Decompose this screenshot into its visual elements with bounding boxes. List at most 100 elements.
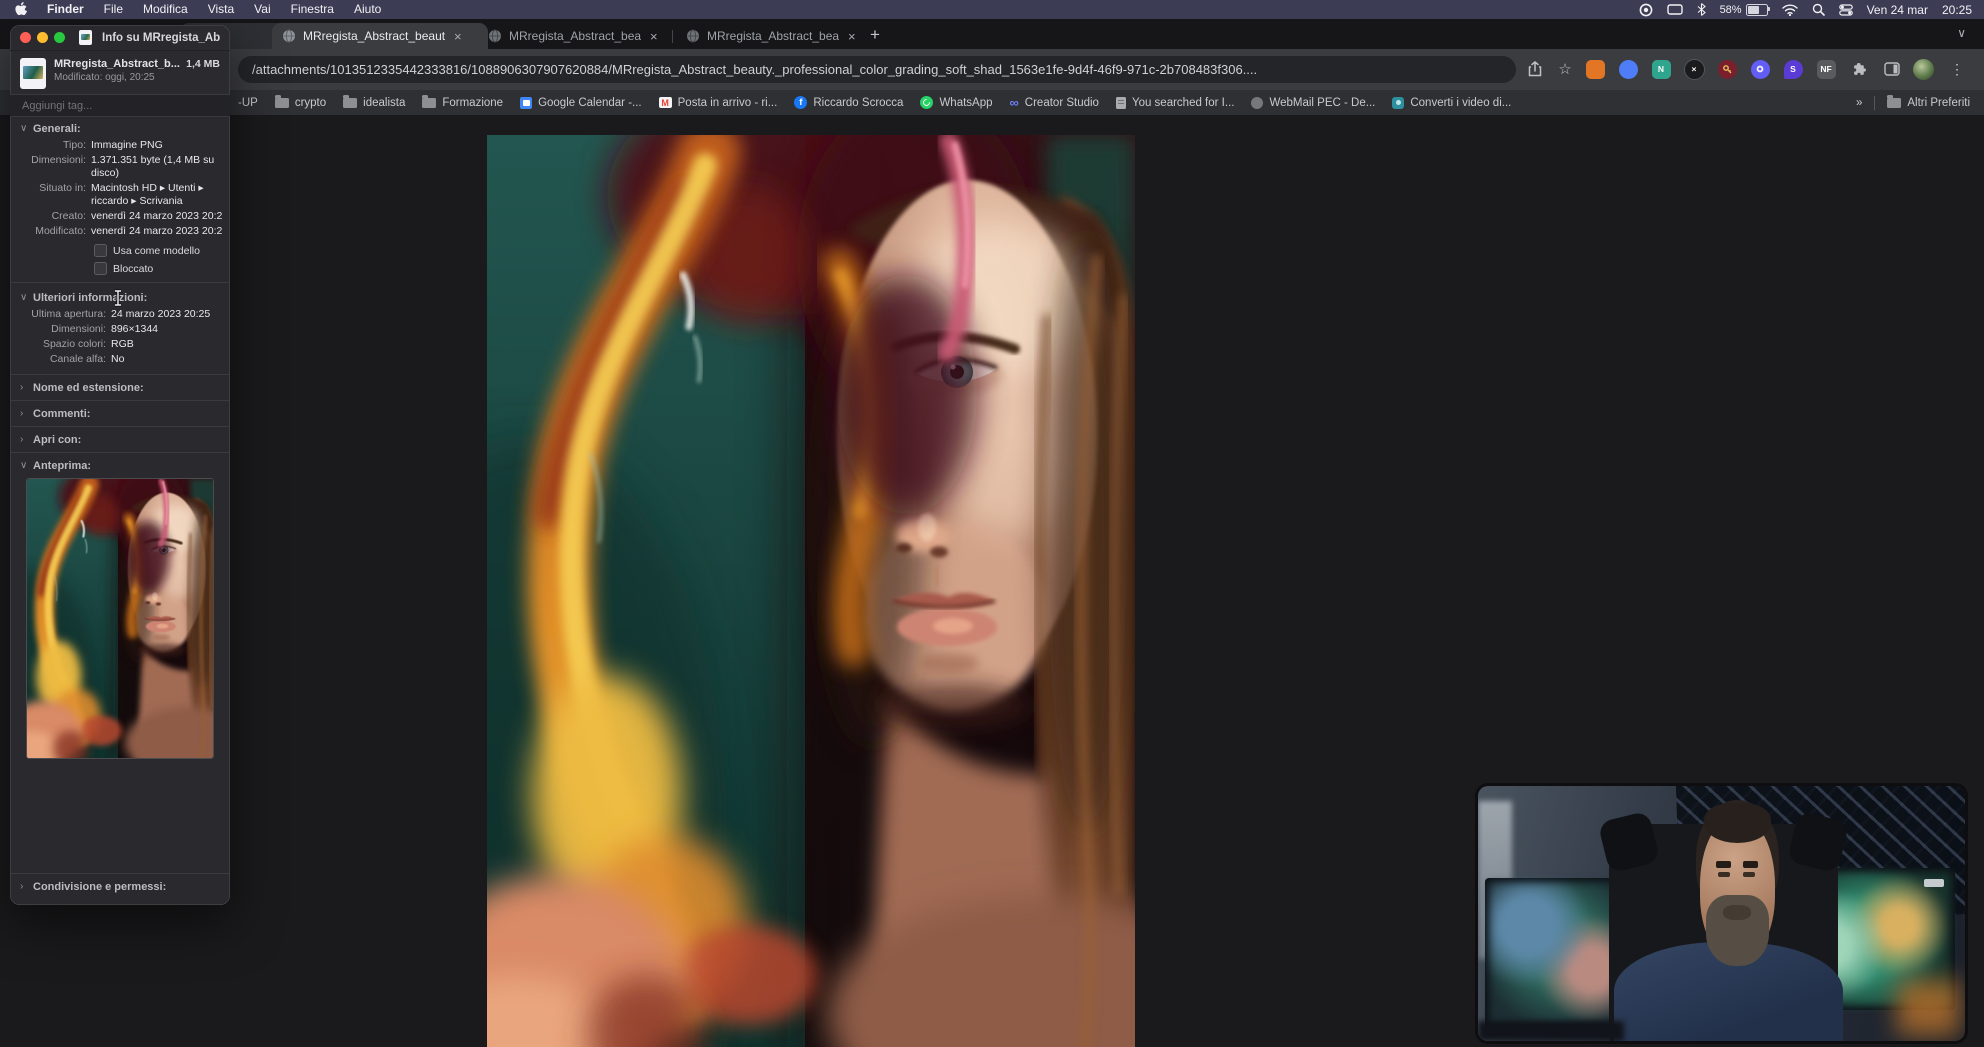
share-icon[interactable]	[1524, 58, 1546, 80]
menu-bar-time[interactable]: 20:25	[1942, 3, 1972, 17]
bookmark-folder-altri-preferiti[interactable]: Altri Preferiti	[1887, 95, 1970, 109]
tab-title: MRregista_Abstract_beauty._	[303, 29, 445, 43]
section-condivisione-e-permessi[interactable]: › Condivisione e permessi:	[10, 877, 230, 897]
bookmarks-overflow-chevron[interactable]: »	[1856, 97, 1862, 109]
tab-search-chevron-icon[interactable]: ∨	[1957, 26, 1966, 40]
chevron-down-icon[interactable]: ∨	[20, 460, 28, 472]
bookmark-up[interactable]: -UP	[238, 97, 258, 109]
bookmark-google-calendar[interactable]: Google Calendar -...	[520, 96, 642, 109]
calendar-icon	[520, 96, 533, 109]
divider	[10, 400, 230, 401]
bookmark-webmail-pec[interactable]: WebMail PEC - De...	[1251, 96, 1375, 109]
minimize-traffic-light[interactable]	[37, 32, 48, 43]
apple-menu-icon[interactable]	[14, 2, 27, 17]
checkbox-icon[interactable]	[94, 244, 107, 257]
display-icon[interactable]	[1666, 3, 1683, 16]
menu-finestra[interactable]: Finestra	[281, 0, 344, 19]
desktop-screen: Finder File Modifica Vista Vai Finestra …	[0, 0, 1984, 1047]
menu-bar: Finder File Modifica Vista Vai Finestra …	[0, 0, 1984, 19]
tab-close-icon[interactable]: ×	[848, 29, 856, 44]
bookmark-folder-formazione[interactable]: Formazione	[422, 95, 503, 109]
viewed-image-artwork	[487, 135, 1135, 1047]
webcam-overlay	[1478, 786, 1965, 1041]
bluetooth-icon[interactable]	[1697, 3, 1706, 16]
chevron-right-icon[interactable]: ›	[20, 434, 28, 446]
info-row-canale-alfa: Canale alfa: No	[49, 353, 125, 365]
wings-extension-icon[interactable]	[1618, 59, 1638, 79]
browser-menu-dots-icon[interactable]: ⋮	[1946, 58, 1968, 80]
bookmark-folder-idealista[interactable]: idealista	[343, 95, 405, 109]
section-commenti[interactable]: › Commenti:	[10, 404, 230, 424]
chevron-right-icon[interactable]: ›	[20, 408, 28, 420]
png-file-icon	[20, 58, 46, 89]
whatsapp-icon	[920, 96, 934, 109]
nf-extension-icon[interactable]: NF	[1816, 59, 1836, 79]
bookmark-star-icon[interactable]: ☆	[1554, 58, 1576, 80]
tab-close-icon[interactable]: ×	[650, 29, 658, 44]
tab-active-image[interactable]: MRregista_Abstract_beauty._ ×	[272, 23, 488, 49]
bookmark-converti-video[interactable]: Converti i video di...	[1392, 96, 1511, 109]
menu-file[interactable]: File	[94, 0, 133, 19]
chevron-down-icon[interactable]: ∨	[20, 292, 28, 304]
extensions-puzzle-icon[interactable]	[1848, 58, 1870, 80]
checkbox-icon[interactable]	[94, 262, 107, 275]
menu-vista[interactable]: Vista	[198, 0, 244, 19]
bookmark-creator-studio[interactable]: ∞ Creator Studio	[1010, 96, 1099, 109]
checkbox-usa-come-modello[interactable]: Usa come modello	[94, 244, 230, 257]
folder-icon	[274, 95, 289, 108]
metamask-extension-icon[interactable]	[1585, 59, 1605, 79]
tab-title: MRregista_Abstract_beauty._	[707, 29, 839, 43]
tab-image-3[interactable]: MRregista_Abstract_beauty._ ×	[676, 23, 884, 49]
wifi-icon[interactable]	[1781, 3, 1798, 16]
page-icon	[1115, 96, 1126, 109]
url-text: /attachments/1013512335442333816/1088906…	[252, 62, 1258, 77]
person-eye	[1743, 872, 1756, 877]
section-apri-con[interactable]: › Apri con:	[10, 430, 230, 450]
chevron-down-icon[interactable]: ∨	[20, 123, 28, 135]
section-generali[interactable]: ∨ Generali:	[10, 117, 230, 138]
bookmark-whatsapp[interactable]: WhatsApp	[920, 96, 993, 109]
person-beard	[1705, 895, 1770, 966]
close-traffic-light[interactable]	[20, 32, 31, 43]
section-anteprima[interactable]: ∨ Anteprima:	[10, 456, 230, 476]
chevron-right-icon[interactable]: ›	[20, 881, 28, 893]
spotlight-search-icon[interactable]	[1812, 3, 1825, 16]
control-center-icon[interactable]	[1838, 3, 1853, 16]
info-row-dimensioni-px: Dimensioni: 896×1344	[51, 323, 159, 335]
side-panel-icon[interactable]	[1881, 58, 1903, 80]
menu-modifica[interactable]: Modifica	[133, 0, 198, 19]
menu-finder[interactable]: Finder	[37, 0, 94, 19]
screen-record-icon[interactable]	[1639, 3, 1653, 17]
tab-close-icon[interactable]: ×	[454, 29, 462, 44]
info-row-spazio-colori: Spazio colori: RGB	[42, 338, 134, 350]
chevron-right-icon[interactable]: ›	[20, 382, 28, 394]
tab-image-2[interactable]: MRregista_Abstract_beauty._ ×	[478, 23, 686, 49]
menu-bar-date[interactable]: Ven 24 mar	[1867, 3, 1928, 17]
checkbox-bloccato[interactable]: Bloccato	[94, 262, 230, 275]
file-size: 1,4 MB	[186, 58, 220, 70]
x-circle-extension-icon[interactable]: ×	[1683, 58, 1705, 80]
info-window-title: Info su MRregista_Abstr...	[102, 31, 220, 44]
info-window-titlebar[interactable]: Info su MRregista_Abstr...	[10, 25, 230, 51]
bookmark-facebook[interactable]: f Riccardo Scrocca	[794, 96, 903, 109]
add-tags-field[interactable]: Aggiungi tag...	[10, 94, 230, 117]
purple-eye-extension-icon[interactable]	[1750, 59, 1770, 79]
bookmark-you-searched[interactable]: You searched for I...	[1115, 96, 1234, 109]
bookmark-gmail[interactable]: M Posta in arrivo - ri...	[658, 97, 777, 109]
info-row-tipo: Tipo: Immagine PNG	[63, 139, 163, 151]
zoom-traffic-light[interactable]	[54, 32, 65, 43]
new-tab-button[interactable]: +	[870, 25, 880, 45]
profile-avatar[interactable]	[1912, 58, 1934, 80]
facebook-icon: f	[794, 96, 808, 109]
keeper-extension-icon[interactable]	[1717, 59, 1737, 79]
s-extension-icon[interactable]: S	[1783, 59, 1803, 79]
person-mustache	[1723, 904, 1752, 921]
menu-vai[interactable]: Vai	[244, 0, 280, 19]
battery-indicator[interactable]: 58%	[1720, 3, 1770, 16]
section-nome-ed-estensione[interactable]: › Nome ed estensione:	[10, 378, 230, 398]
person-eyebrow	[1716, 861, 1732, 868]
menu-aiuto[interactable]: Aiuto	[344, 0, 391, 19]
n-extension-icon[interactable]: N	[1651, 59, 1671, 79]
bookmark-folder-crypto[interactable]: crypto	[274, 95, 326, 109]
address-bar[interactable]: /attachments/1013512335442333816/1088906…	[238, 56, 1516, 83]
